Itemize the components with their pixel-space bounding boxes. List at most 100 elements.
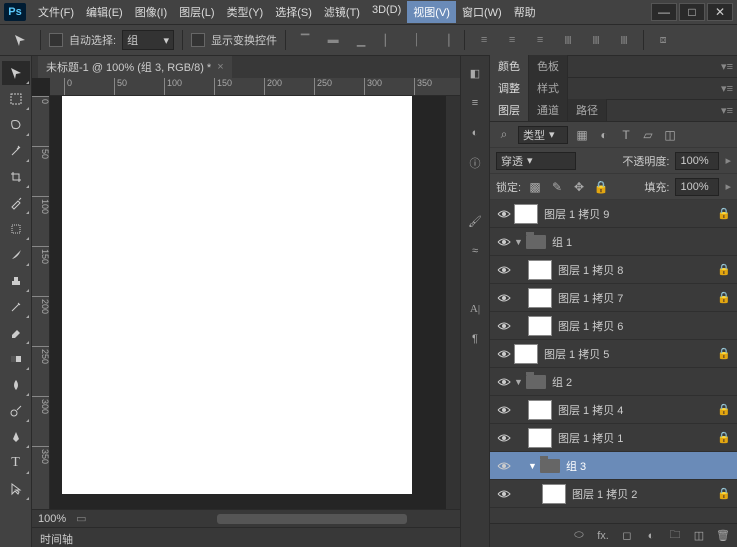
layer-row[interactable]: 图层 1 拷贝 8🔒 — [490, 256, 737, 284]
layer-row[interactable]: 图层 1 拷贝 1🔒 — [490, 424, 737, 452]
align-hcenter-icon[interactable]: │ — [406, 30, 428, 50]
layer-mask-icon[interactable]: ◻ — [619, 529, 635, 542]
timeline-panel[interactable]: 时间轴 — [32, 527, 460, 547]
lock-pixels-icon[interactable]: ✎ — [549, 179, 565, 195]
gradient-tool[interactable] — [2, 347, 30, 371]
panel-menu-icon[interactable]: ▾≡ — [721, 104, 733, 117]
layer-row[interactable]: 图层 1 拷贝 4🔒 — [490, 396, 737, 424]
magic-wand-tool[interactable] — [2, 139, 30, 163]
dodge-tool[interactable] — [2, 399, 30, 423]
lasso-tool[interactable] — [2, 113, 30, 137]
move-tool[interactable] — [2, 61, 30, 85]
visibility-toggle[interactable] — [494, 237, 514, 247]
layer-group-row[interactable]: ▼组 2 — [490, 368, 737, 396]
link-layers-icon[interactable]: ⬭ — [571, 529, 587, 542]
tab-paths[interactable]: 路径 — [568, 99, 607, 121]
layer-group-row[interactable]: ▼组 1 — [490, 228, 737, 256]
crop-tool[interactable] — [2, 165, 30, 189]
tab-layers[interactable]: 图层 — [490, 99, 529, 121]
character-panel-icon[interactable]: ◐ — [464, 122, 486, 144]
search-icon[interactable]: ⌕ — [496, 127, 512, 143]
menu-6[interactable]: 滤镜(T) — [318, 1, 366, 23]
delete-layer-icon[interactable]: 🗑 — [715, 529, 731, 542]
menu-4[interactable]: 类型(Y) — [221, 1, 270, 23]
eyedropper-tool[interactable] — [2, 191, 30, 215]
3d-mode-icon[interactable]: ⧈ — [652, 30, 674, 50]
blur-tool[interactable] — [2, 373, 30, 397]
visibility-toggle[interactable] — [494, 321, 514, 331]
transform-checkbox[interactable] — [191, 33, 205, 47]
visibility-toggle[interactable] — [494, 461, 514, 471]
chevron-down-icon[interactable]: ▸ — [725, 154, 731, 167]
visibility-toggle[interactable] — [494, 405, 514, 415]
lock-icon[interactable]: 🔒 — [717, 263, 737, 276]
layer-row[interactable]: 图层 1 拷贝 5🔒 — [490, 340, 737, 368]
fill-input[interactable]: 100% — [675, 178, 719, 196]
filter-type-icon[interactable]: T — [618, 127, 634, 143]
zoom-value[interactable]: 100% — [38, 513, 66, 525]
lock-icon[interactable]: 🔒 — [717, 347, 737, 360]
tab-swatches[interactable]: 色板 — [529, 55, 568, 77]
brush-tool[interactable] — [2, 243, 30, 267]
align-right-icon[interactable]: ▕ — [434, 30, 456, 50]
distribute-top-icon[interactable]: ≡ — [473, 30, 495, 50]
lock-transparent-icon[interactable]: ▩ — [527, 179, 543, 195]
tab-channels[interactable]: 通道 — [529, 99, 568, 121]
visibility-toggle[interactable] — [494, 489, 514, 499]
menu-7[interactable]: 3D(D) — [366, 1, 407, 23]
align-bottom-icon[interactable]: ▁ — [350, 30, 372, 50]
menu-9[interactable]: 窗口(W) — [456, 1, 508, 23]
info-panel-icon[interactable]: ⓘ — [464, 152, 486, 174]
maximize-button[interactable]: □ — [679, 3, 705, 21]
history-brush-tool[interactable] — [2, 295, 30, 319]
close-tab-icon[interactable]: × — [217, 61, 223, 73]
chevron-down-icon[interactable]: ▸ — [725, 180, 731, 193]
lock-icon[interactable]: 🔒 — [717, 403, 737, 416]
eraser-tool[interactable] — [2, 321, 30, 345]
pen-tool[interactable] — [2, 425, 30, 449]
layer-row[interactable]: 图层 1 拷贝 2🔒 — [490, 480, 737, 508]
lock-icon[interactable]: 🔒 — [717, 487, 737, 500]
menu-10[interactable]: 帮助 — [508, 1, 542, 23]
lock-icon[interactable]: 🔒 — [717, 431, 737, 444]
visibility-toggle[interactable] — [494, 293, 514, 303]
layer-group-row[interactable]: ▼组 3 — [490, 452, 737, 480]
menu-0[interactable]: 文件(F) — [32, 1, 80, 23]
type-tool[interactable]: T — [2, 451, 30, 475]
expand-arrow-icon[interactable]: ▼ — [514, 237, 526, 247]
auto-select-checkbox[interactable] — [49, 33, 63, 47]
minimize-button[interactable]: — — [651, 3, 677, 21]
auto-select-dropdown[interactable]: 组 ▾ — [122, 30, 174, 50]
visibility-toggle[interactable] — [494, 265, 514, 275]
distribute-bottom-icon[interactable]: ≡ — [529, 30, 551, 50]
visibility-toggle[interactable] — [494, 209, 514, 219]
layer-row[interactable]: 图层 1 拷贝 9🔒 — [490, 200, 737, 228]
path-select-tool[interactable] — [2, 477, 30, 501]
align-left-icon[interactable]: ▏ — [378, 30, 400, 50]
menu-2[interactable]: 图像(I) — [129, 1, 173, 23]
lock-all-icon[interactable]: 🔒 — [593, 179, 609, 195]
properties-panel-icon[interactable]: ≡ — [464, 92, 486, 114]
visibility-toggle[interactable] — [494, 349, 514, 359]
expand-arrow-icon[interactable]: ▼ — [514, 377, 526, 387]
layer-fx-icon[interactable]: fx. — [595, 530, 611, 542]
filter-shape-icon[interactable]: ▱ — [640, 127, 656, 143]
distribute-right-icon[interactable]: Ⅲ — [613, 30, 635, 50]
align-top-icon[interactable]: ▔ — [294, 30, 316, 50]
distribute-hcenter-icon[interactable]: Ⅲ — [585, 30, 607, 50]
lock-position-icon[interactable]: ✥ — [571, 179, 587, 195]
menu-1[interactable]: 编辑(E) — [80, 1, 129, 23]
distribute-vcenter-icon[interactable]: ≡ — [501, 30, 523, 50]
blend-mode-dropdown[interactable]: 穿透 ▾ — [496, 152, 576, 170]
healing-tool[interactable] — [2, 217, 30, 241]
menu-3[interactable]: 图层(L) — [173, 1, 220, 23]
history-panel-icon[interactable]: ◧ — [464, 62, 486, 84]
brush-panel-icon[interactable]: 🖌 — [464, 210, 486, 232]
vertical-scrollbar[interactable] — [446, 96, 460, 509]
panel-menu-icon[interactable]: ▾≡ — [721, 60, 733, 73]
opacity-input[interactable]: 100% — [675, 152, 719, 170]
panel-menu-icon[interactable]: ▾≡ — [721, 82, 733, 95]
new-group-icon[interactable]: 🗀 — [667, 526, 683, 545]
align-vcenter-icon[interactable]: ▬ — [322, 30, 344, 50]
visibility-toggle[interactable] — [494, 433, 514, 443]
